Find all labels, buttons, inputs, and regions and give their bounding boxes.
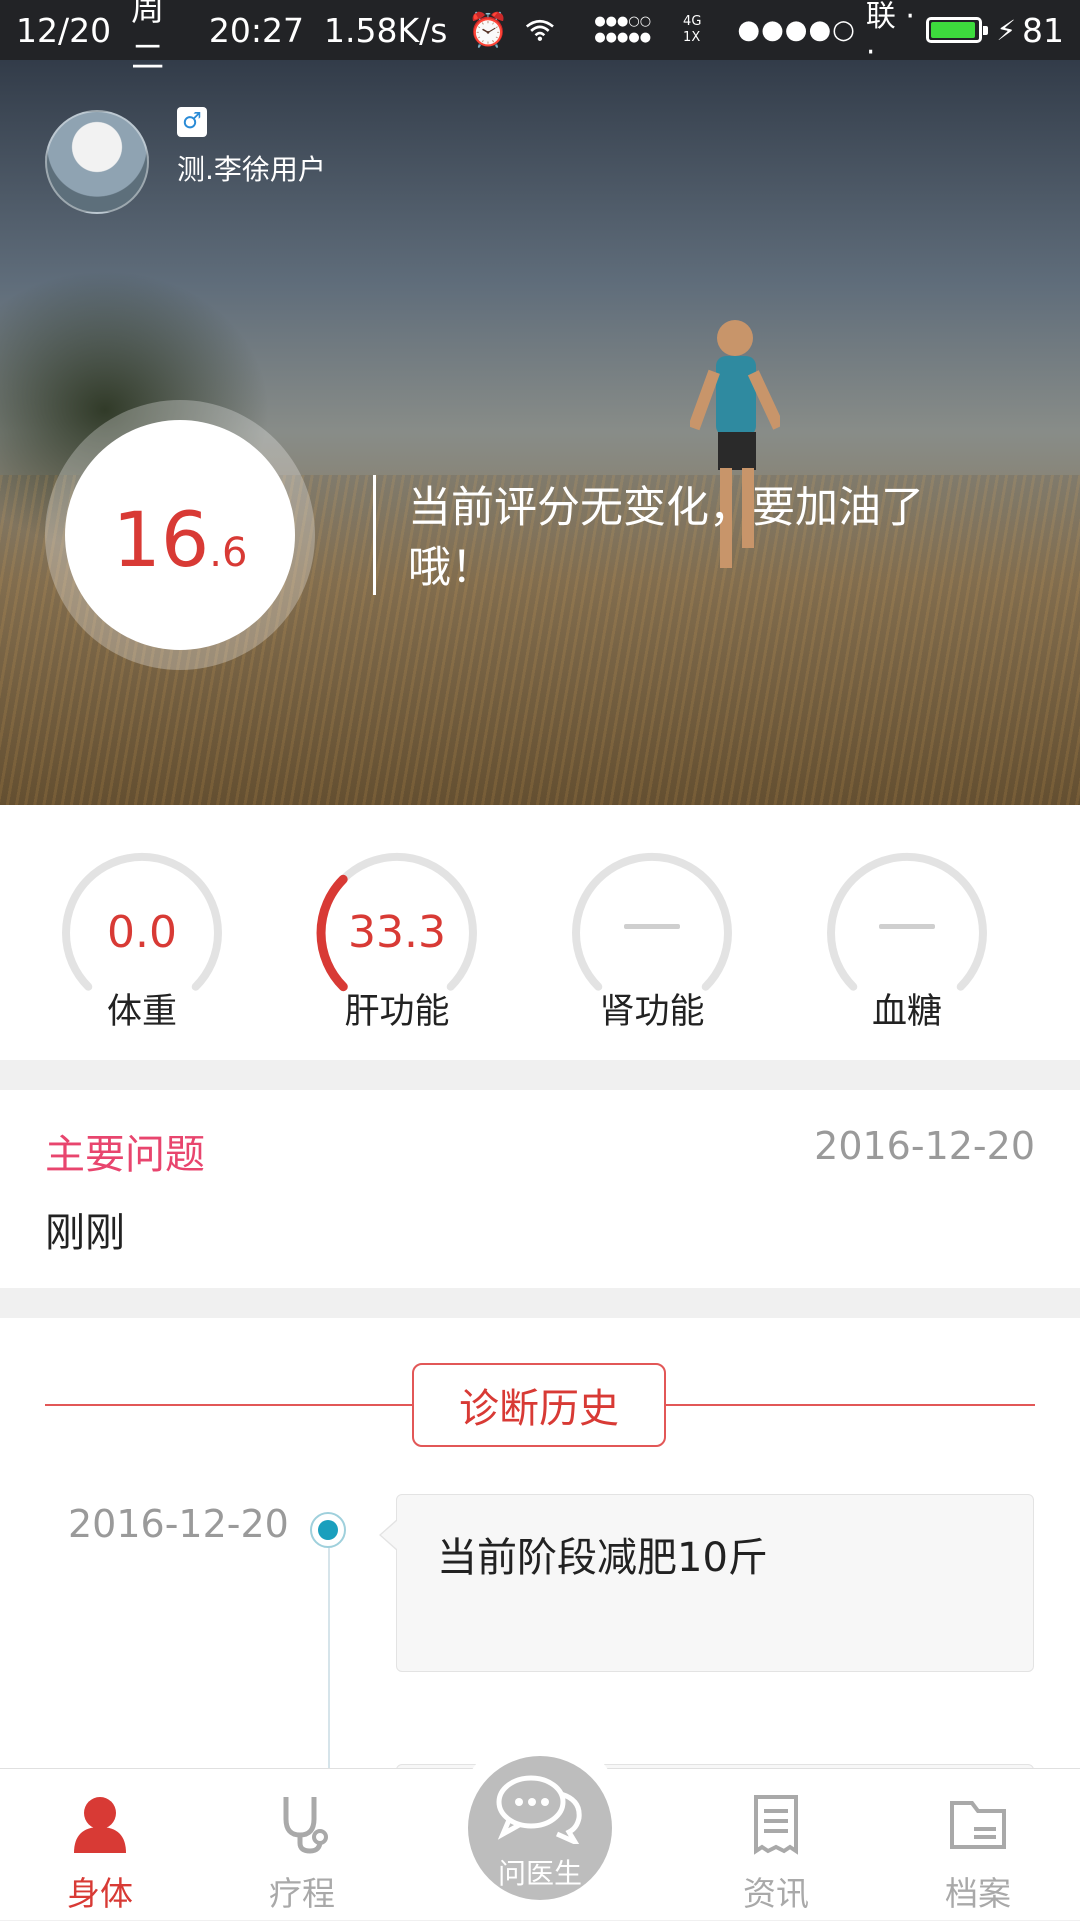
gauge-arc [1062, 835, 1080, 995]
status-time: 20:27 [208, 10, 305, 50]
carrier-signal-icon: ●●●●○ [737, 15, 856, 45]
health-score-circle: 16 .6 [65, 420, 295, 650]
battery-icon [925, 17, 989, 43]
ask-doctor-label: 问医生 [497, 1857, 582, 1890]
gauge-weight[interactable]: 0.0 体重 [42, 835, 242, 1045]
folder-icon [950, 1801, 1006, 1849]
network-1x: 1X [683, 30, 701, 45]
score-message-divider [373, 475, 376, 595]
alarm-icon: ⏰ [467, 10, 509, 49]
tab-label: 身体 [67, 1874, 133, 1913]
tab-body[interactable]: 身体 [20, 1769, 180, 1921]
status-bar: 12/20 周二 20:27 1.58K/s ⏰ ●●●○○ ●●●●● 4G … [0, 0, 1080, 76]
gauge-label: 肾功能 [599, 992, 705, 1032]
network-4g: 4G [683, 14, 702, 29]
tab-news[interactable]: 资讯 [696, 1769, 856, 1921]
gauge-liver[interactable]: 33.3 肝功能 [297, 835, 497, 1045]
gauge-label: 肝功能 [344, 992, 450, 1032]
battery-fill [930, 22, 975, 38]
network-type: 4G 1X [683, 14, 701, 46]
gauge-kidney[interactable]: 肾功能 [552, 835, 752, 1045]
main-problem-text: 刚刚 [45, 1210, 125, 1256]
main-problem-card[interactable]: 主要问题 2016-12-20 刚刚 [0, 1090, 1080, 1288]
signal-indicator: ●●●○○ ●●●●● [594, 14, 651, 46]
person-icon [74, 1797, 126, 1853]
hero-banner: ♂ 测.李徐用户 16 .6 当前评分无变化，要加油了哦！ [0, 60, 1080, 805]
wifi-icon [525, 19, 554, 41]
no-data-dash [624, 924, 680, 929]
timeline-entry-card[interactable]: 当前阶段减肥10斤 [379, 1494, 1034, 1672]
male-icon: ♂ [177, 107, 207, 137]
timeline-dot [310, 1512, 346, 1548]
chat-bubbles-icon [496, 1775, 582, 1844]
diagnosis-history: 诊断历史 2016-12-20 当前阶段减肥10斤 [0, 1318, 1080, 1768]
metric-gauges: 0.0 体重 33.3 肝功能 肾功能 血糖 [0, 805, 1080, 1060]
ask-doctor-button[interactable]: 问医生 [460, 1732, 620, 1900]
status-speed: 1.58K/s [324, 10, 448, 50]
gauge-partial-next[interactable] [1062, 835, 1080, 1045]
user-avatar[interactable] [45, 110, 149, 214]
tab-label: 疗程 [269, 1874, 335, 1913]
charging-icon: ⚡ [996, 13, 1016, 47]
gauge-value: 33.3 [348, 907, 446, 958]
health-score-ring[interactable]: 16 .6 [45, 400, 315, 670]
score-message: 当前评分无变化，要加油了哦！ [408, 483, 924, 593]
stethoscope-icon [283, 1797, 328, 1854]
battery-percent: 81 [1022, 10, 1064, 50]
gauge-label: 体重 [106, 992, 177, 1032]
tab-label: 档案 [945, 1874, 1011, 1913]
signal-dots-icon: ●●●○○ [594, 14, 652, 29]
receipt-icon [754, 1795, 798, 1855]
tab-label: 资讯 [743, 1874, 809, 1913]
diagnosis-history-button[interactable]: 诊断历史 [412, 1363, 666, 1447]
main-problem-date: 2016-12-20 [814, 1124, 1035, 1168]
status-date: 12/20 [16, 10, 112, 50]
main-problem-title: 主要问题 [45, 1132, 205, 1178]
timeline-date: 2016-12-20 [68, 1502, 289, 1546]
ask-doctor-circle: 问医生 [468, 1756, 612, 1900]
no-data-dash [879, 924, 935, 929]
status-weekday: 周二 [131, 0, 165, 76]
tab-course[interactable]: 疗程 [222, 1769, 382, 1921]
username: 测.李徐用户 [177, 153, 326, 186]
tab-records[interactable]: 档案 [898, 1769, 1058, 1921]
signal-dots-icon: ●●●●● [594, 30, 652, 45]
gauge-arc [572, 852, 732, 991]
gauge-value: 0.0 [107, 907, 177, 958]
gauge-label: 血糖 [871, 992, 942, 1032]
health-score-decimal: .6 [209, 530, 248, 576]
carrier-name: 联 · · [865, 0, 915, 70]
timeline-line [328, 1530, 330, 1768]
gauge-blood-sugar[interactable]: 血糖 [807, 835, 1007, 1045]
health-score-integer: 16 [112, 495, 210, 584]
gauge-arc [827, 852, 987, 991]
timeline-entry-text: 当前阶段减肥10斤 [437, 1535, 768, 1581]
